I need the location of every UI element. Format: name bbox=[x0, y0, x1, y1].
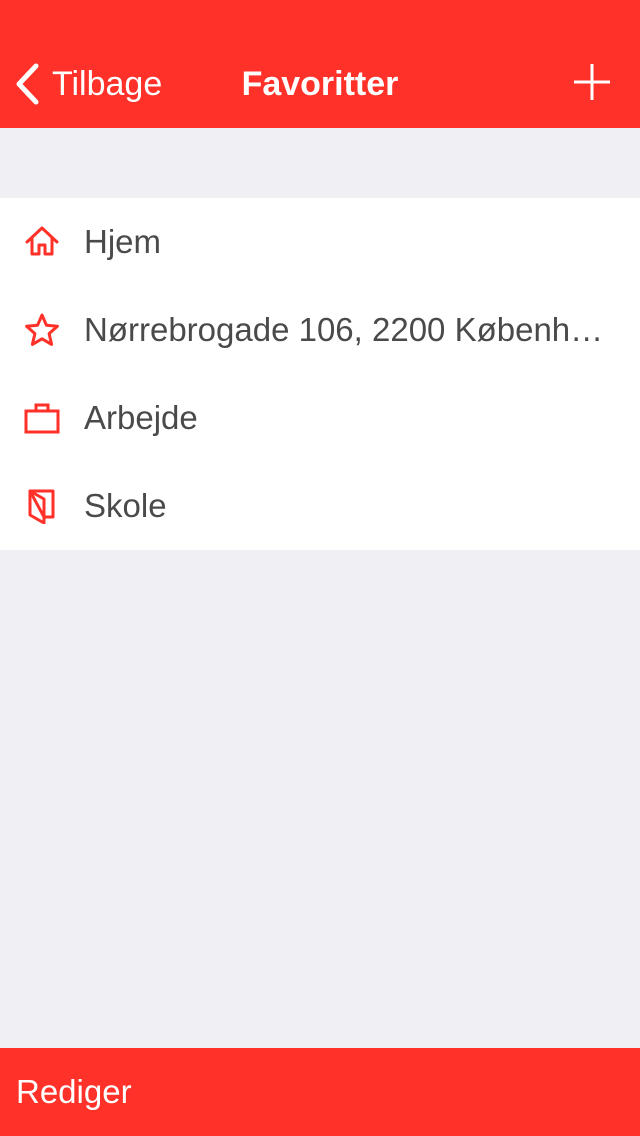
add-button[interactable] bbox=[572, 62, 612, 102]
list-item-label: Hjem bbox=[84, 223, 162, 260]
book-icon bbox=[24, 488, 60, 524]
list-item-label: Nørrebrogade 106, 2200 København N bbox=[84, 311, 610, 348]
bottom-toolbar: Rediger bbox=[0, 1048, 640, 1136]
list-item-work[interactable]: Arbejde bbox=[0, 374, 640, 462]
list-item-label: Skole bbox=[84, 487, 167, 524]
list-item-label: Arbejde bbox=[84, 399, 198, 436]
list-item-home[interactable]: Hjem bbox=[0, 198, 640, 286]
favorites-list: Hjem Nørrebrogade 106, 2200 København N … bbox=[0, 198, 640, 550]
briefcase-icon bbox=[24, 400, 60, 436]
list-item-address[interactable]: Nørrebrogade 106, 2200 København N bbox=[0, 286, 640, 374]
edit-button[interactable]: Rediger bbox=[16, 1048, 132, 1136]
page-title: Favoritter bbox=[241, 65, 399, 103]
navigation-bar: Tilbage Favoritter bbox=[0, 0, 640, 128]
plus-icon bbox=[572, 62, 612, 102]
star-icon bbox=[24, 312, 60, 348]
list-item-school[interactable]: Skole bbox=[0, 462, 640, 550]
home-icon bbox=[24, 224, 60, 260]
